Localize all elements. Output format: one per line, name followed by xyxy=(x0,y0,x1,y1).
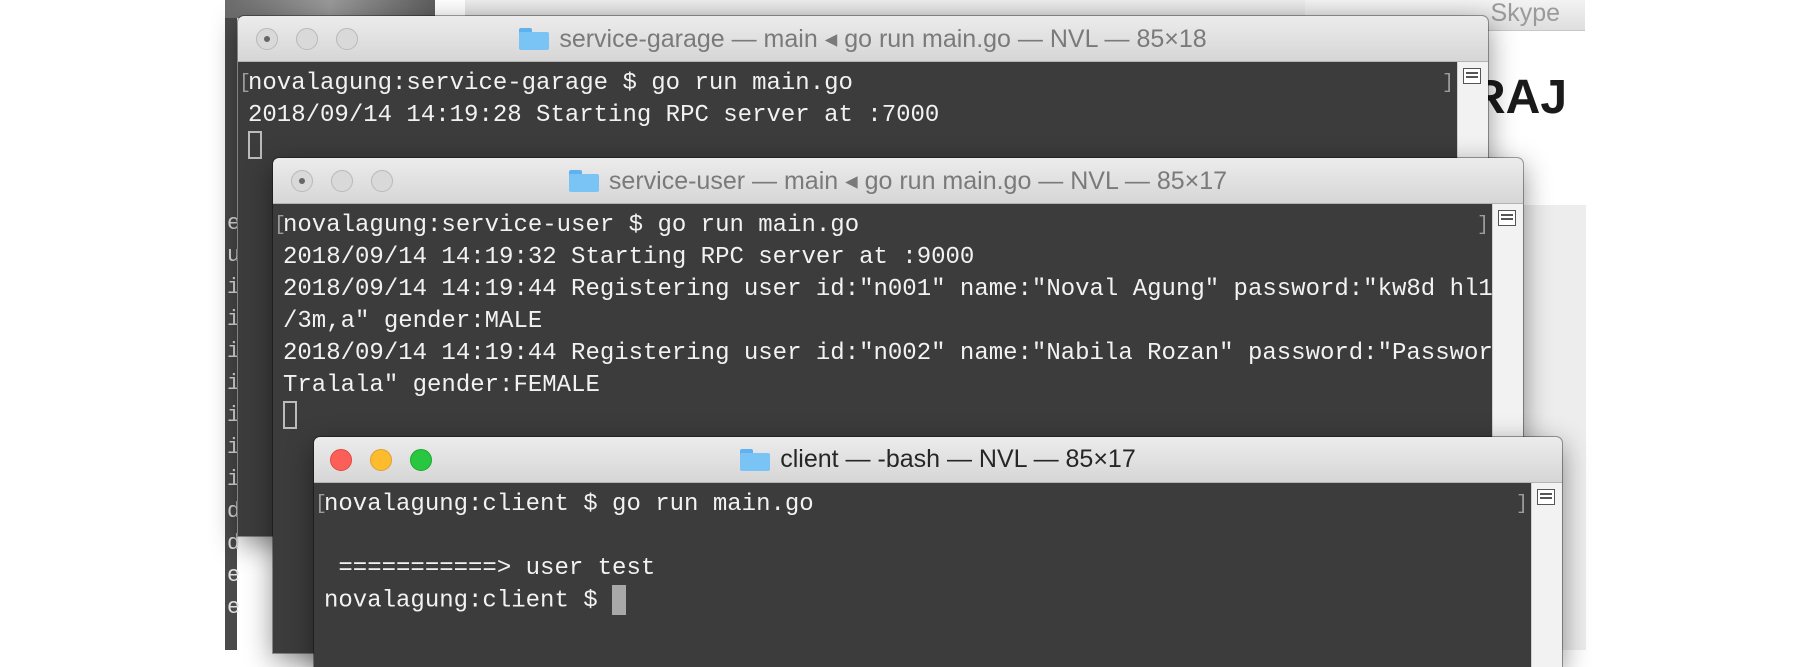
window-title: client — -bash — NVL — 85×17 xyxy=(780,445,1136,473)
background-char: e xyxy=(227,563,241,588)
split-pane-icon[interactable] xyxy=(1498,210,1516,226)
terminal-line: 2018/09/14 14:19:28 Starting RPC server … xyxy=(248,102,940,129)
terminal-line: 2018/09/14 14:19:44 Registering user id:… xyxy=(283,276,1508,303)
folder-icon xyxy=(740,448,771,471)
prompt-line[interactable]: novalagung:client $ xyxy=(324,585,627,617)
titlebar[interactable]: service-user — main ◂ go run main.go — N… xyxy=(273,158,1523,204)
window-title: service-user — main ◂ go run main.go — N… xyxy=(608,166,1228,195)
scrollbar[interactable] xyxy=(1531,483,1562,667)
cursor xyxy=(612,585,627,615)
mark-bracket: ] xyxy=(1441,72,1454,95)
titlebar[interactable]: service-garage — main ◂ go run main.go —… xyxy=(238,16,1488,62)
terminal-line: Tralala" gender:FEMALE xyxy=(283,372,600,399)
cursor xyxy=(283,400,297,432)
zoom-button[interactable] xyxy=(371,170,393,192)
minimize-button[interactable] xyxy=(331,170,353,192)
zoom-button[interactable] xyxy=(410,449,432,471)
cursor xyxy=(248,130,262,162)
close-button[interactable] xyxy=(330,449,352,471)
window-title: service-garage — main ◂ go run main.go —… xyxy=(559,24,1207,53)
skype-title: Skype xyxy=(1490,0,1560,27)
terminal-line: 2018/09/14 14:19:32 Starting RPC server … xyxy=(283,244,975,271)
terminal-line: novalagung:service-garage $ go run main.… xyxy=(248,70,853,97)
close-button[interactable] xyxy=(291,170,313,192)
titlebar[interactable]: client — -bash — NVL — 85×17 xyxy=(314,437,1562,483)
terminal-window-client[interactable]: client — -bash — NVL — 85×17 [ ] novalag… xyxy=(314,437,1562,667)
terminal-line: novalagung:service-user $ go run main.go xyxy=(283,212,860,239)
zoom-button[interactable] xyxy=(336,28,358,50)
minimize-button[interactable] xyxy=(370,449,392,471)
terminal-line: 2018/09/14 14:19:44 Registering user id:… xyxy=(283,340,1508,367)
split-pane-icon[interactable] xyxy=(1463,68,1481,84)
mark-bracket: ] xyxy=(1515,493,1528,516)
minimize-button[interactable] xyxy=(296,28,318,50)
terminal-line: /3m,a" gender:MALE xyxy=(283,308,543,335)
split-pane-icon[interactable] xyxy=(1537,489,1555,505)
folder-icon xyxy=(519,27,550,50)
terminal-line: novalagung:client $ go run main.go xyxy=(324,491,814,518)
terminal-line: ===========> user test xyxy=(324,555,656,582)
background-char: e xyxy=(227,595,241,620)
mark-bracket: ] xyxy=(1476,214,1489,237)
terminal-output[interactable]: [ ] novalagung:client $ go run main.go =… xyxy=(314,483,1532,667)
folder-icon xyxy=(568,169,599,192)
close-button[interactable] xyxy=(256,28,278,50)
prompt-text: novalagung:client $ xyxy=(324,587,613,615)
